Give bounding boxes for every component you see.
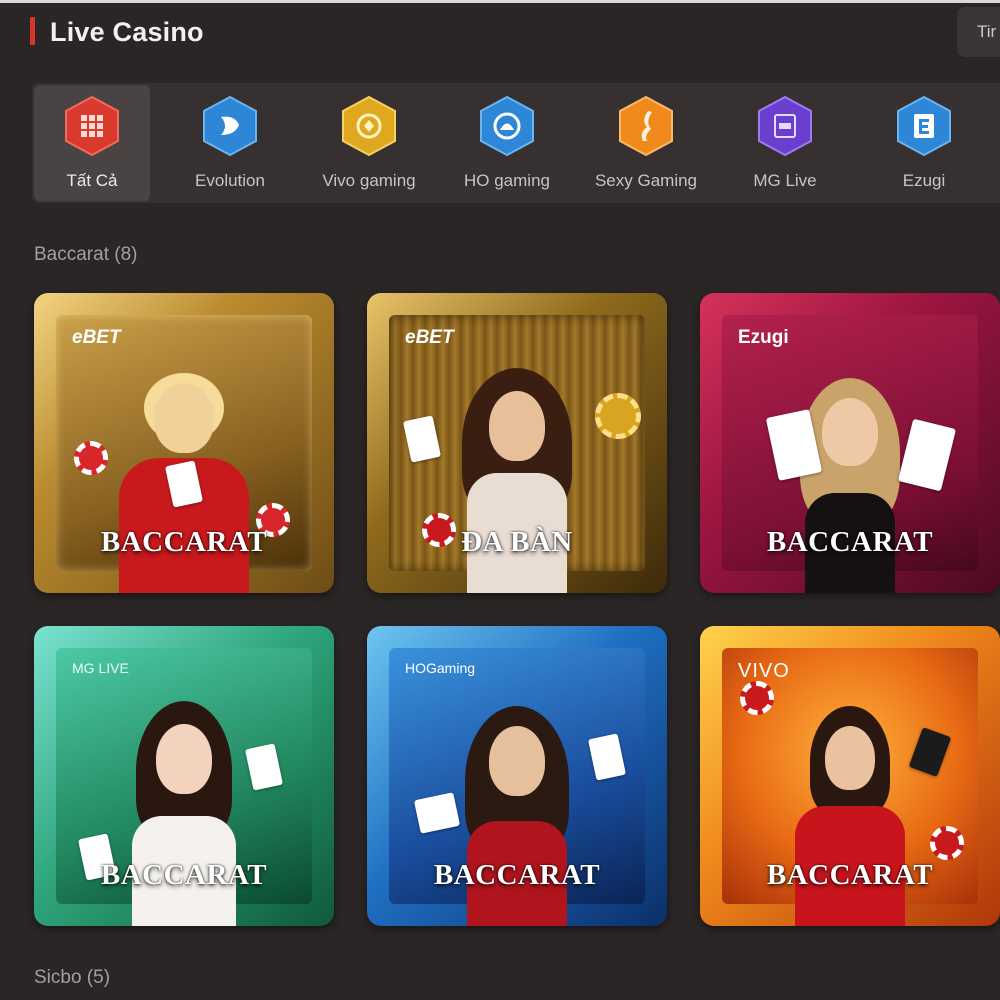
page-title: Live Casino [50, 17, 204, 47]
game-title: BACCARAT [100, 526, 268, 558]
provider-label: MG Live [753, 171, 817, 190]
casino-chip [595, 393, 641, 439]
header-tab-partial[interactable]: Tir [957, 7, 1000, 57]
provider-tab-mg-live[interactable]: MG Live [727, 85, 843, 201]
provider-tab-evolution[interactable]: Evolution [172, 85, 288, 201]
provider-tab-ezugi[interactable]: Ezugi [866, 85, 982, 201]
grid-icon [63, 95, 121, 157]
game-card-baccarat-vivo[interactable]: VIVO BACCARAT [700, 626, 1000, 926]
ezugi-icon [895, 95, 953, 157]
game-card-baccarat-ezugi[interactable]: Ezugi BACCARAT [700, 293, 1000, 593]
provider-logo: eBET [72, 327, 121, 348]
casino-chip [930, 826, 964, 860]
provider-logo: Ezugi [738, 327, 789, 348]
mg-live-icon [756, 95, 814, 157]
game-title: BACCARAT [766, 859, 934, 891]
provider-label: Vivo gaming [322, 171, 416, 190]
vivo-icon [340, 95, 398, 157]
provider-logo: eBET [405, 327, 454, 348]
game-card-da-ban-ebet[interactable]: eBET ĐA BÀN [367, 293, 667, 593]
game-title: BACCARAT [100, 859, 268, 891]
provider-tab-all[interactable]: Tất Cả [34, 85, 150, 201]
game-card-baccarat-ho-gaming[interactable]: HOGaming BACCARAT [367, 626, 667, 926]
sexy-gaming-icon [617, 95, 675, 157]
casino-chip [740, 681, 774, 715]
provider-logo: HOGaming [405, 660, 476, 676]
provider-logo: MG LIVE [72, 660, 129, 676]
title-accent-bar [30, 17, 35, 45]
game-title: ĐA BÀN [461, 526, 573, 558]
provider-label: Evolution [195, 171, 265, 190]
casino-chip [74, 441, 108, 475]
section-title-baccarat: Baccarat (8) [34, 244, 138, 265]
game-card-baccarat-ebet[interactable]: eBET BACCARAT [34, 293, 334, 593]
game-title: BACCARAT [433, 859, 601, 891]
provider-tab-sexy-gaming[interactable]: Sexy Gaming [588, 85, 704, 201]
provider-label: Tất Cả [66, 171, 118, 190]
provider-label: Ezugi [902, 171, 946, 190]
provider-tab-ho-gaming[interactable]: HO gaming [449, 85, 565, 201]
provider-logo: VIVO [738, 660, 790, 682]
section-title-sicbo: Sicbo (5) [34, 967, 111, 988]
provider-label: Sexy Gaming [594, 171, 698, 190]
ho-gaming-icon [478, 95, 536, 157]
provider-tab-vivo[interactable]: Vivo gaming [311, 85, 427, 201]
evolution-icon [201, 95, 259, 157]
provider-filter-bar: Tất Cả Evolution Vivo gaming HO gaming S… [32, 83, 1000, 203]
game-title: BACCARAT [766, 526, 934, 558]
provider-label: HO gaming [464, 171, 550, 190]
game-card-baccarat-mg-live[interactable]: MG LIVE BACCARAT [34, 626, 334, 926]
page-header: Live Casino Tir [0, 3, 1000, 67]
